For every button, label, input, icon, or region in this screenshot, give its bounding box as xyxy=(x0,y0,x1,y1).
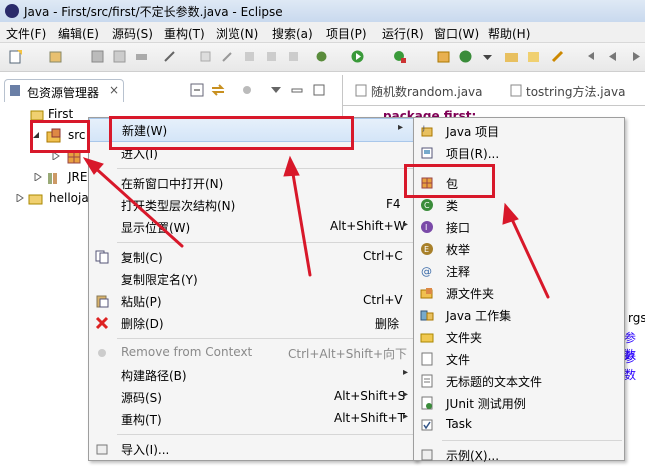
arrowhead-icon xyxy=(502,202,519,225)
annotation-arrows xyxy=(82,155,550,299)
annotation-arrow-package xyxy=(508,213,550,299)
annotation-arrow-new xyxy=(290,166,312,277)
annotation-arrow-src xyxy=(90,163,184,248)
arrowhead-icon xyxy=(283,155,300,177)
